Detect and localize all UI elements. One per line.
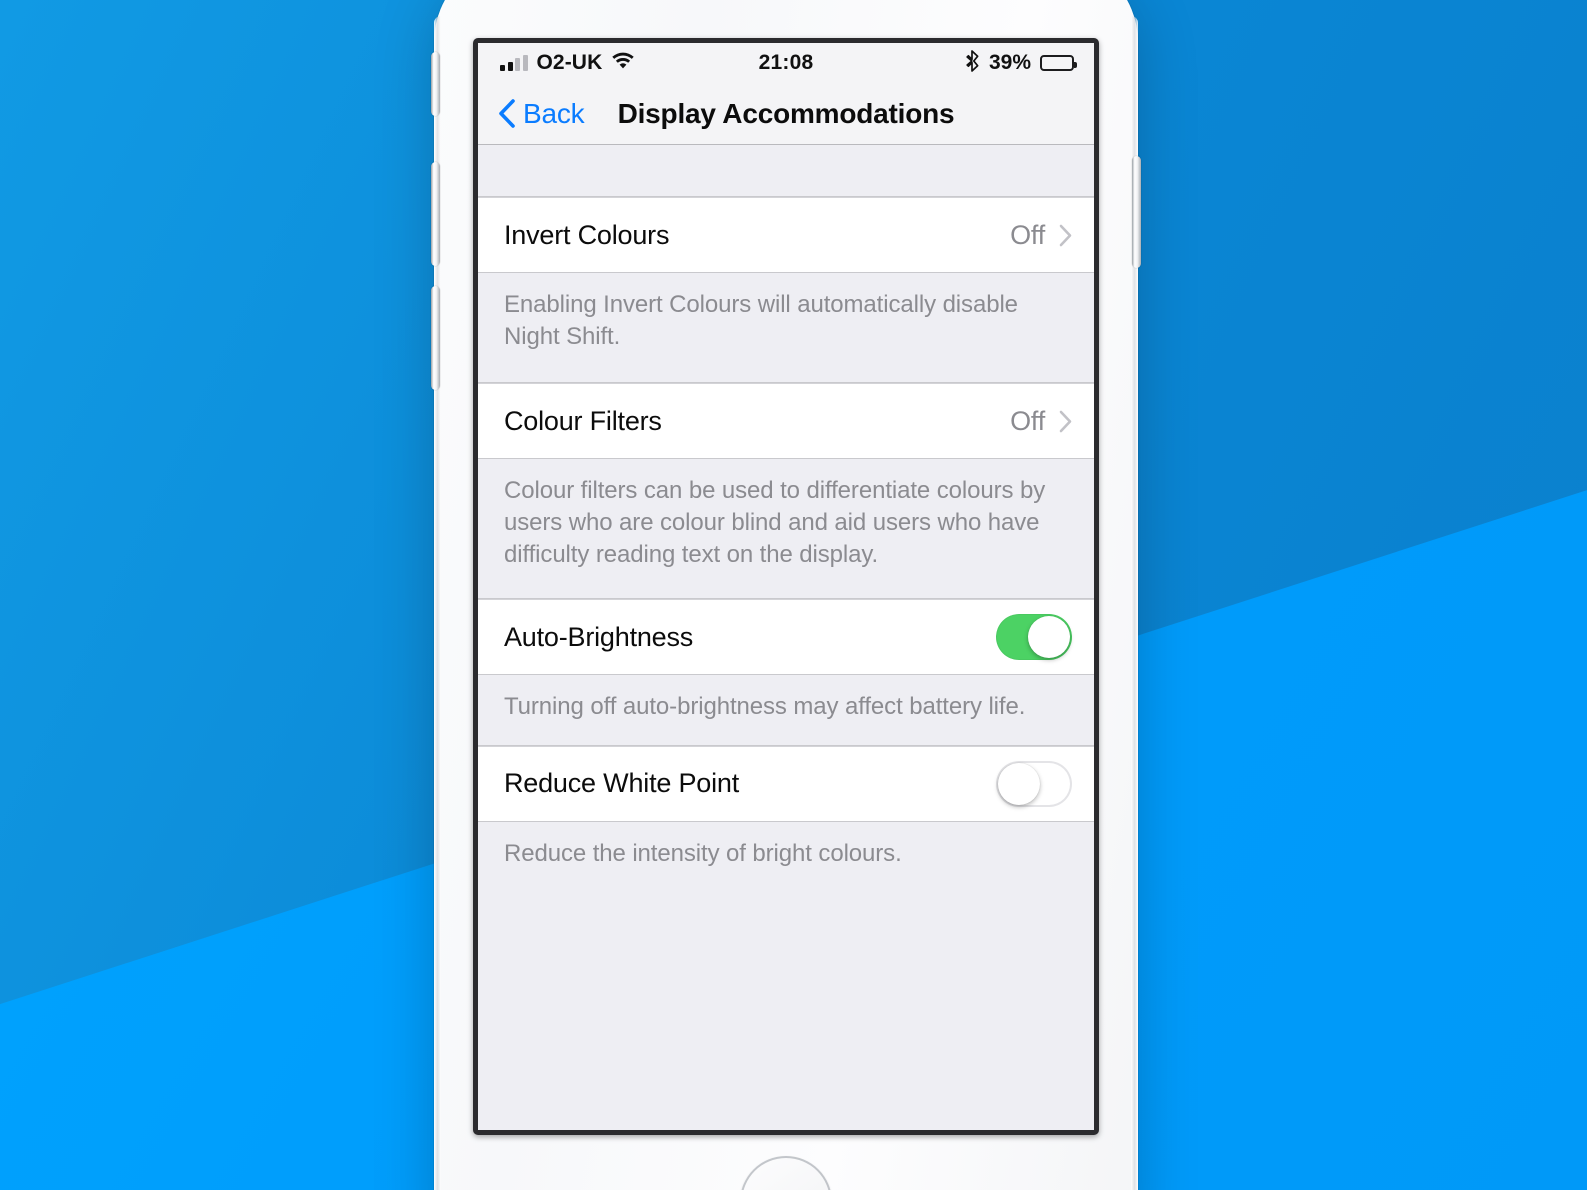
device-screen: O2-UK 21:08 39% Back Display Accommodati… [473,38,1099,1135]
battery-icon [1040,55,1077,71]
status-bar-right: 39% [966,43,1077,83]
row-invert-colours[interactable]: Invert Colours Off [478,197,1094,273]
note-auto-brightness: Turning off auto-brightness may affect b… [478,675,1094,746]
settings-table-view[interactable]: Invert Colours Off Enabling Invert Colou… [478,145,1094,1130]
volume-up-button[interactable] [431,162,440,266]
row-auto-brightness[interactable]: Auto-Brightness [478,599,1094,675]
row-colour-filters-label: Colour Filters [504,405,662,436]
chevron-left-icon [498,99,515,128]
row-auto-brightness-label: Auto-Brightness [504,621,694,652]
mute-switch-button[interactable] [431,52,440,116]
volume-down-button[interactable] [431,286,440,390]
back-button[interactable]: Back [478,97,585,130]
reduce-white-point-toggle[interactable] [996,760,1072,807]
toggle-knob [998,762,1040,805]
power-sleep-button[interactable] [1132,156,1141,268]
navigation-bar: Back Display Accommodations [478,83,1094,145]
battery-percentage: 39% [988,51,1031,74]
table-top-spacer [478,145,1094,197]
chevron-right-icon [1059,410,1072,433]
note-colour-filters: Colour filters can be used to differenti… [478,459,1094,599]
row-colour-filters[interactable]: Colour Filters Off [478,383,1094,459]
back-button-label: Back [523,97,585,129]
toggle-knob [1028,616,1070,658]
note-invert-colours: Enabling Invert Colours will automatical… [478,273,1094,383]
chevron-right-icon [1059,224,1072,247]
auto-brightness-toggle[interactable] [996,614,1072,660]
row-invert-colours-value: Off [1010,219,1045,250]
home-button[interactable] [740,1156,832,1190]
row-reduce-white-point-label: Reduce White Point [504,768,740,799]
row-colour-filters-value: Off [1010,405,1045,436]
wallpaper-stage: O2-UK 21:08 39% Back Display Accommodati… [0,0,1587,1190]
iphone-device: O2-UK 21:08 39% Back Display Accommodati… [431,0,1141,1190]
row-invert-colours-label: Invert Colours [504,219,670,250]
note-reduce-white-point: Reduce the intensity of bright colours. [478,821,1094,892]
status-bar: O2-UK 21:08 39% [478,43,1094,83]
row-reduce-white-point[interactable]: Reduce White Point [478,745,1094,822]
bluetooth-icon [966,49,980,77]
